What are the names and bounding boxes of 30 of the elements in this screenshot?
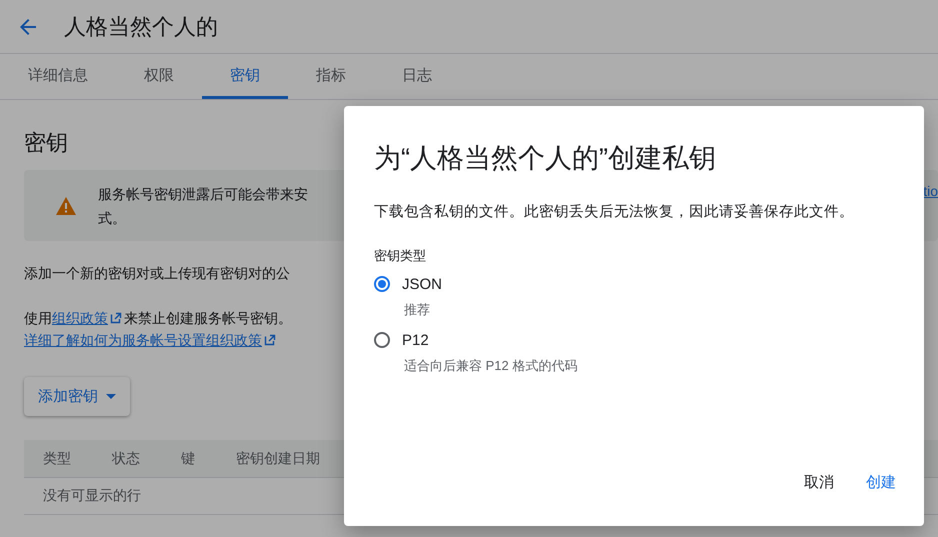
learn-more-link[interactable]: 详细了解如何为服务帐号设置组织政策 xyxy=(24,332,278,348)
caret-icon xyxy=(106,394,116,399)
dialog-title: 为“人格当然个人的”创建私钥 xyxy=(374,142,717,175)
key-type-radio[interactable]: P12 xyxy=(374,327,894,353)
field-label: 密钥类型 xyxy=(374,247,427,265)
warning-text: 式。 xyxy=(98,208,127,228)
external-link-icon xyxy=(264,334,276,346)
section-title: 密钥 xyxy=(24,129,68,157)
policy-link[interactable]: 组织政策 xyxy=(52,310,124,326)
tab[interactable]: 详细信息 xyxy=(0,54,116,99)
warning-icon xyxy=(56,196,76,214)
tab[interactable]: 权限 xyxy=(116,54,202,99)
tab[interactable]: 日志 xyxy=(374,54,460,99)
add-key-button[interactable]: 添加密钥 xyxy=(24,377,130,416)
external-link-icon xyxy=(110,312,122,324)
page-title: 人格当然个人的 xyxy=(64,12,218,40)
option-hint: 适合向后兼容 P12 格式的代码 xyxy=(404,357,578,375)
tab[interactable]: 指标 xyxy=(288,54,374,99)
option-hint: 推荐 xyxy=(404,301,431,319)
warning-text: 服务帐号密钥泄露后可能会带来安 xyxy=(98,184,308,204)
dialog-description: 下载包含私钥的文件。此密钥丢失后无法恢复，因此请妥善保存此文件。 xyxy=(374,202,855,221)
tab[interactable]: 密钥 xyxy=(202,54,288,99)
policy-text: 使用组织政策 来禁止创建服务帐号密钥。 xyxy=(24,309,292,328)
key-type-radio[interactable]: JSON xyxy=(374,271,894,297)
intro-text: 添加一个新的密钥对或上传现有密钥对的公 xyxy=(24,265,290,283)
column-header: 类型 xyxy=(42,450,71,468)
column-header: 键 xyxy=(180,450,195,468)
column-header: 密钥创建日期 xyxy=(235,450,320,468)
column-header: 状态 xyxy=(111,450,140,468)
banner-link[interactable]: tio xyxy=(923,183,938,199)
